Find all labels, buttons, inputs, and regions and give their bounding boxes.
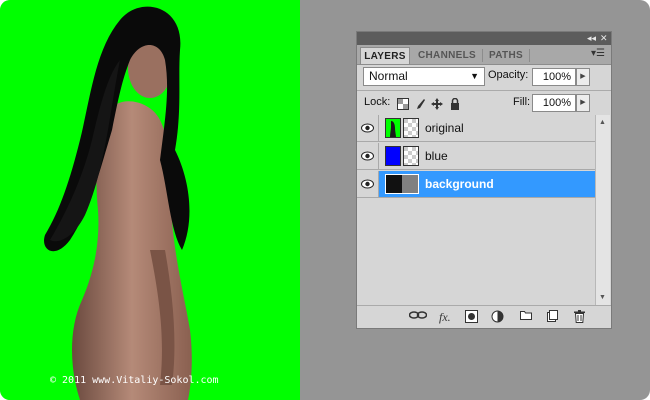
layers-list: original blue background: [357, 115, 595, 305]
eye-icon: [361, 179, 374, 189]
blend-mode-value: Normal: [369, 69, 408, 83]
adjustment-icon[interactable]: [491, 310, 504, 324]
divider: [357, 90, 611, 91]
panel-footer: fx.: [357, 305, 611, 328]
blend-row: Normal ▼ Opacity: 100% ▶: [357, 66, 611, 88]
mask-icon[interactable]: [465, 310, 478, 324]
folder-icon[interactable]: [520, 310, 532, 324]
layer-thumbnail: [385, 146, 401, 166]
lock-transparency-icon[interactable]: [397, 97, 409, 110]
document-canvas[interactable]: © 2011 www.Vitaliy-Sokol.com: [0, 0, 300, 400]
eye-icon: [361, 151, 374, 161]
double-left-arrow-icon[interactable]: ◂◂: [587, 32, 596, 45]
lock-all-icon[interactable]: [449, 97, 461, 110]
fx-icon[interactable]: fx.: [439, 310, 451, 324]
layer-name: original: [425, 121, 464, 135]
trash-icon[interactable]: [574, 310, 585, 324]
layer-mask-thumbnail: [403, 118, 420, 139]
panel-menu-icon[interactable]: ▾☰: [591, 48, 605, 59]
tab-paths[interactable]: PATHS: [484, 47, 528, 64]
layer-row-blue[interactable]: blue: [357, 143, 595, 170]
panel-tabs: LAYERS CHANNELS PATHS ▾☰: [357, 45, 611, 65]
visibility-toggle[interactable]: [357, 171, 379, 197]
photo-figure: [44, 6, 192, 400]
tab-channels[interactable]: CHANNELS: [413, 47, 481, 64]
fill-field[interactable]: 100%: [532, 94, 576, 112]
opacity-stepper-button[interactable]: ▶: [576, 68, 590, 86]
fill-label: Fill:: [513, 96, 531, 108]
link-icon[interactable]: [408, 310, 428, 324]
visibility-toggle[interactable]: [357, 115, 379, 141]
layers-panel: ◂◂ ✕ LAYERS CHANNELS PATHS ▾☰ Normal ▼ O…: [356, 31, 612, 329]
screenshot-frame: © 2011 www.Vitaliy-Sokol.com ◂◂ ✕ LAYERS…: [0, 0, 650, 400]
lock-brush-icon[interactable]: [414, 97, 426, 109]
layer-row-original[interactable]: original: [357, 115, 595, 142]
layer-row-background[interactable]: background: [357, 171, 595, 198]
layer-mask-thumbnail: [403, 146, 420, 167]
opacity-label: Opacity:: [488, 69, 529, 81]
layer-name: background: [425, 177, 494, 191]
tab-layers[interactable]: LAYERS: [360, 47, 410, 64]
layers-scrollbar[interactable]: ▲ ▼: [595, 115, 610, 305]
layer-name: blue: [425, 149, 448, 163]
lock-move-icon[interactable]: [431, 97, 443, 110]
opacity-field[interactable]: 100%: [532, 68, 576, 86]
layer-thumbnail: [385, 174, 419, 194]
close-icon[interactable]: ✕: [600, 32, 608, 45]
layer-thumbnail: [385, 118, 401, 138]
lock-label: Lock:: [364, 96, 391, 108]
scroll-down-icon[interactable]: ▼: [599, 294, 606, 301]
blend-mode-select[interactable]: Normal ▼: [363, 67, 485, 86]
tab-separator: [529, 49, 530, 62]
tab-separator: [482, 49, 483, 62]
visibility-toggle[interactable]: [357, 143, 379, 169]
fill-stepper-button[interactable]: ▶: [576, 94, 590, 112]
scroll-up-icon[interactable]: ▲: [599, 119, 606, 126]
panel-titlebar[interactable]: ◂◂ ✕: [357, 32, 611, 45]
eye-icon: [361, 123, 374, 133]
dropdown-arrow-icon: ▼: [470, 71, 479, 81]
copyright-text: © 2011 www.Vitaliy-Sokol.com: [50, 375, 219, 386]
new-layer-icon[interactable]: [547, 310, 558, 324]
